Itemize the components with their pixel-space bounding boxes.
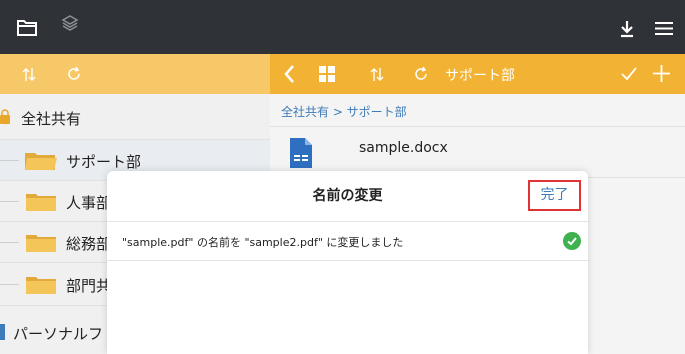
tree-root-label: 全社共有 [21, 110, 82, 128]
top-toolbar [0, 0, 685, 54]
sort-icon[interactable] [22, 67, 36, 82]
breadcrumb[interactable]: 全社共有 > サポート部 [281, 103, 407, 120]
tree-item-label: 総務部 [66, 235, 112, 253]
status-message-row: "sample.pdf" の名前を "sample2.pdf" に変更しました [107, 222, 588, 261]
grid-view-icon[interactable] [319, 66, 335, 82]
tree-item-label: サポート部 [66, 153, 142, 171]
folder-icon [26, 235, 56, 252]
sort-icon[interactable] [370, 67, 384, 82]
status-message: "sample.pdf" の名前を "sample2.pdf" に変更しました [122, 236, 404, 249]
folder-icon [26, 194, 56, 211]
menu-icon[interactable] [655, 21, 673, 36]
navigation-bar: サポート部 [0, 54, 685, 94]
file-name: sample.docx [359, 140, 448, 156]
lock-icon [0, 109, 10, 124]
folder-icon[interactable] [17, 19, 37, 36]
dialog-title: 名前の変更 [312, 188, 383, 204]
refresh-icon[interactable] [413, 66, 429, 82]
sidebar-toolbar [0, 54, 270, 94]
nav-title: サポート部 [445, 68, 515, 84]
done-button[interactable]: 完了 [528, 180, 581, 211]
tree-line [0, 160, 19, 161]
tree-item-label: 人事部 [66, 194, 112, 212]
refresh-icon[interactable] [66, 66, 82, 82]
personal-folder-icon [0, 324, 5, 340]
tree-line [0, 242, 19, 243]
tree-root-item[interactable]: 全社共有 [0, 94, 270, 140]
tree-item-label: パーソナルフ [13, 325, 104, 343]
download-icon[interactable] [619, 20, 635, 38]
back-icon[interactable] [283, 64, 295, 84]
check-icon[interactable] [621, 67, 637, 81]
rename-dialog: 名前の変更 完了 "sample.pdf" の名前を "sample2.pdf"… [107, 171, 588, 354]
tree-item-label: 部門共 [66, 277, 112, 295]
success-check-icon [563, 232, 581, 250]
docx-file-icon [290, 138, 312, 168]
folder-open-icon [25, 153, 57, 170]
tree-line [0, 201, 19, 202]
layers-icon[interactable] [61, 14, 79, 32]
tree-line [0, 284, 19, 285]
folder-icon [26, 277, 56, 294]
add-icon[interactable] [653, 65, 670, 82]
